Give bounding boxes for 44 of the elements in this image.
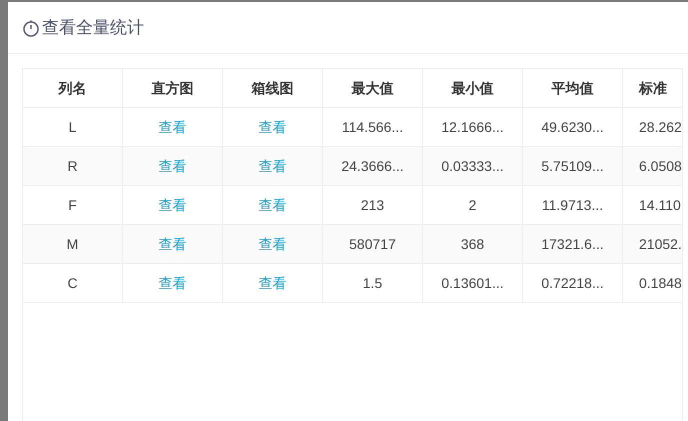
- table-cell-text: 0.13601...: [441, 274, 504, 292]
- table-cell-text: M: [66, 234, 78, 254]
- column-header: 直方图: [152, 78, 194, 98]
- table-cell-text: 6.0508: [639, 156, 682, 176]
- table-cell-text: 0.1848: [639, 274, 682, 292]
- table-cell-text: 28.262: [639, 118, 682, 136]
- table-cell-text: 5.75109...: [541, 156, 604, 176]
- view-link[interactable]: 查看: [258, 116, 286, 138]
- table-cell-text: 21052.: [639, 234, 682, 254]
- view-link[interactable]: 查看: [258, 156, 286, 176]
- view-link[interactable]: 查看: [158, 272, 186, 294]
- view-link[interactable]: 查看: [158, 234, 186, 254]
- table-cell-text: C: [67, 274, 78, 292]
- table-cell-text: 0.03333...: [441, 156, 504, 176]
- table-cell-text: 0.72218...: [541, 274, 604, 292]
- table-cell-text: 2: [468, 196, 476, 214]
- table-cell-text: R: [67, 156, 78, 176]
- view-link[interactable]: 查看: [158, 116, 186, 138]
- column-header: 最大值: [352, 78, 394, 98]
- dialog-title: 查看全量统计: [42, 16, 144, 39]
- table-cell-text: 14.110: [639, 196, 681, 214]
- view-link[interactable]: 查看: [258, 234, 286, 254]
- view-link[interactable]: 查看: [258, 272, 286, 294]
- column-header: 最小值: [452, 78, 494, 98]
- column-header: 箱线图: [252, 78, 294, 98]
- table-cell-text: 114.566...: [342, 118, 404, 136]
- view-link[interactable]: 查看: [158, 156, 186, 176]
- stopwatch-icon: [22, 18, 40, 36]
- column-header: 平均值: [552, 78, 594, 98]
- table-cell-text: L: [68, 118, 76, 136]
- column-header: 列名: [58, 78, 86, 98]
- table-cell-text: 24.3666...: [341, 156, 404, 176]
- view-link[interactable]: 查看: [258, 194, 286, 216]
- table-cell-text: 49.6230...: [541, 118, 604, 136]
- table-cell-text: F: [68, 196, 77, 214]
- table-cell-text: 580717: [349, 234, 396, 254]
- view-link[interactable]: 查看: [158, 194, 186, 216]
- table-cell-text: 17321.6...: [541, 234, 604, 254]
- table-cell-text: 213: [360, 196, 384, 214]
- column-header: 标准: [639, 78, 667, 98]
- table-cell-text: 11.9713...: [542, 196, 604, 214]
- table-cell-text: 368: [460, 234, 484, 254]
- table-cell-text: 12.1666...: [441, 118, 504, 136]
- table-cell-text: 1.5: [362, 274, 382, 292]
